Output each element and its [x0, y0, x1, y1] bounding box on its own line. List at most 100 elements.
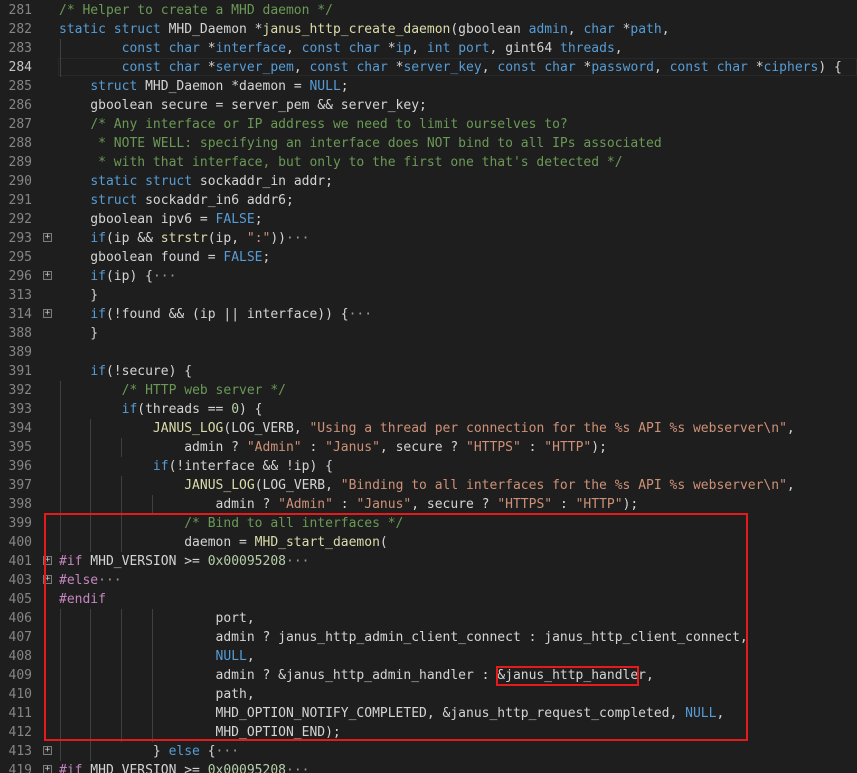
code-token: path [630, 22, 662, 37]
code-text: if(threads == 0) { [59, 400, 263, 419]
code-line[interactable]: 398 admin ? "Admin" : "Janus", secure ? … [0, 495, 857, 514]
code-token: const [121, 60, 161, 75]
code-text: const char *server_pem, const char *serv… [59, 58, 842, 77]
code-line[interactable]: 288 * NOTE WELL: specifying an interface… [0, 134, 857, 153]
code-text: if(!found && (ip || interface)) {··· [59, 305, 372, 324]
code-line[interactable]: 284 const char *server_pem, const char *… [0, 58, 857, 77]
code-line[interactable]: 293 + if(ip && strstr(ip, ":"))··· [0, 229, 857, 248]
code-line[interactable]: 394 JANUS_LOG(LOG_VERB, "Using a thread … [0, 419, 857, 438]
code-line[interactable]: 286 gboolean secure = server_pem && serv… [0, 96, 857, 115]
code-token: const [301, 41, 341, 56]
code-token: NULL [309, 79, 341, 94]
code-text: static struct MHD_Daemon *janus_http_cre… [59, 20, 670, 39]
code-text: if(ip) {··· [59, 267, 176, 286]
code-line[interactable]: 282 static struct MHD_Daemon *janus_http_… [0, 20, 857, 39]
code-token: * [575, 60, 592, 75]
code-line[interactable]: 314 + if(!found && (ip || interface)) {··… [0, 305, 857, 324]
code-token: * with that interface, but only to the f… [90, 155, 623, 170]
line-number: 403 [8, 573, 32, 588]
indent-guide [59, 381, 61, 400]
line-number: 395 [8, 440, 32, 455]
code-line[interactable]: 388 } [0, 324, 857, 343]
code-token: , [411, 41, 427, 56]
code-token: * [379, 41, 396, 56]
code-line[interactable]: 395 admin ? "Admin" : "Janus", secure ? … [0, 438, 857, 457]
indent-guide [59, 419, 61, 438]
code-token: 0x00095208 [207, 763, 286, 773]
line-number: 389 [8, 345, 32, 360]
code-line[interactable]: 413 + } else {··· [0, 742, 857, 761]
code-token: , [286, 41, 302, 56]
line-number: 411 [8, 706, 32, 721]
code-token: char [348, 41, 380, 56]
code-token: (ip) { [105, 269, 153, 284]
line-number: 293 [8, 231, 32, 246]
code-token: ··· [286, 231, 310, 246]
fold-expand-icon[interactable]: + [43, 746, 52, 755]
indent-guide [90, 742, 92, 761]
code-line[interactable]: 283 const char *interface, const char *i… [0, 39, 857, 58]
code-token: ··· [348, 307, 373, 322]
line-number: 292 [8, 212, 32, 227]
code-token: FALSE [215, 212, 255, 227]
code-token: ) { [818, 60, 842, 75]
code-token: , [293, 60, 310, 75]
code-token: ) { [239, 402, 263, 417]
line-number: 409 [8, 668, 32, 683]
code-line[interactable]: 285 struct MHD_Daemon *daemon = NULL; [0, 77, 857, 96]
fold-expand-icon[interactable]: + [43, 765, 52, 773]
code-text: const char *interface, const char *ip, i… [59, 39, 623, 58]
code-line[interactable]: 392 /* HTTP web server */ [0, 381, 857, 400]
fold-expand-icon[interactable]: + [43, 233, 52, 242]
code-token: * [199, 60, 216, 75]
line-number: 419 [8, 763, 32, 773]
code-line[interactable]: 396 if(!interface && !ip) { [0, 457, 857, 476]
code-line[interactable]: 289 * with that interface, but only to t… [0, 153, 857, 172]
code-editor[interactable]: 281/* Helper to create a MHD daemon */28… [0, 0, 857, 773]
code-token: (LOG_VERB, [223, 421, 310, 436]
fold-expand-icon[interactable]: + [43, 271, 52, 280]
code-token: { [199, 744, 216, 759]
line-number: 284 [8, 60, 32, 75]
code-line[interactable]: 295 gboolean found = FALSE; [0, 248, 857, 267]
code-line[interactable]: 292 gboolean ipv6 = FALSE; [0, 210, 857, 229]
code-line[interactable]: 287 /* Any interface or IP address we ne… [0, 115, 857, 134]
code-text: * with that interface, but only to the f… [59, 153, 623, 172]
code-token: struct [90, 79, 138, 94]
code-token: char [356, 60, 388, 75]
code-token: } [59, 744, 169, 759]
code-line[interactable]: 391 if(!secure) { [0, 362, 857, 381]
code-token: struct [145, 174, 193, 189]
indent-guide [59, 39, 61, 58]
code-line[interactable]: 291 struct sockaddr_in6 addr6; [0, 191, 857, 210]
code-token: struct [90, 193, 138, 208]
code-line[interactable]: 290 static struct sockaddr_in addr; [0, 172, 857, 191]
code-text: JANUS_LOG(LOG_VERB, "Using a thread per … [59, 419, 795, 438]
indent-guide [59, 400, 61, 419]
code-line[interactable]: 389 [0, 343, 857, 362]
code-token: "Using a thread per connection for the %… [309, 421, 787, 436]
code-token: ); [622, 497, 639, 512]
fold-expand-icon[interactable]: + [43, 309, 52, 318]
code-line[interactable]: 296 + if(ip) {··· [0, 267, 857, 286]
code-token: * [747, 60, 764, 75]
code-token: (gboolean [450, 22, 529, 37]
code-token: : [520, 440, 545, 455]
code-token: interface [215, 41, 287, 56]
code-token: (!found && (ip || interface)) { [105, 307, 349, 322]
code-line[interactable]: 313 } [0, 286, 857, 305]
code-line[interactable]: 393 if(threads == 0) { [0, 400, 857, 419]
code-line[interactable]: 281 /* Helper to create a MHD daemon */ [0, 1, 857, 20]
code-line[interactable]: 419 + #if MHD_VERSION >= 0x00095208··· [0, 761, 857, 773]
line-number: 398 [8, 497, 32, 512]
code-token: ":" [246, 231, 271, 246]
code-token: * NOTE WELL: specifying an interface doe… [90, 136, 662, 151]
code-token: if [90, 231, 106, 246]
code-line[interactable]: 397 JANUS_LOG(LOG_VERB, "Binding to all … [0, 476, 857, 495]
